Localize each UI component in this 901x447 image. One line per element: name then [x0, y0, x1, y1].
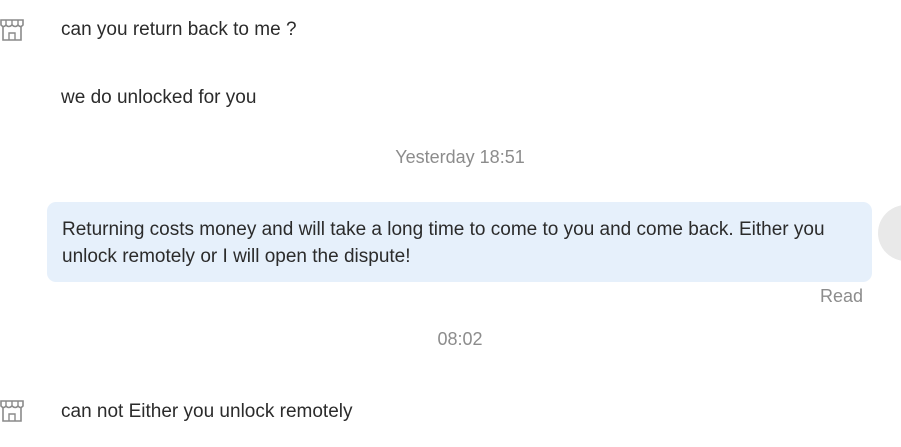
timestamp: 08:02 [437, 329, 483, 349]
message-text: can you return back to me ? [61, 19, 297, 40]
avatar [878, 205, 901, 261]
message-bubble-own: Returning costs money and will take a lo… [47, 202, 872, 282]
message-text: Returning costs money and will take a lo… [62, 219, 825, 267]
store-icon [0, 19, 24, 41]
message-text: can not Either you unlock remotely [61, 401, 353, 422]
store-icon [0, 400, 24, 422]
timestamp: Yesterday 18:51 [395, 147, 525, 167]
chat-thread: can you return back to me ? we do unlock… [0, 0, 901, 447]
message-text: we do unlocked for you [61, 87, 257, 108]
read-status: Read [819, 286, 863, 306]
